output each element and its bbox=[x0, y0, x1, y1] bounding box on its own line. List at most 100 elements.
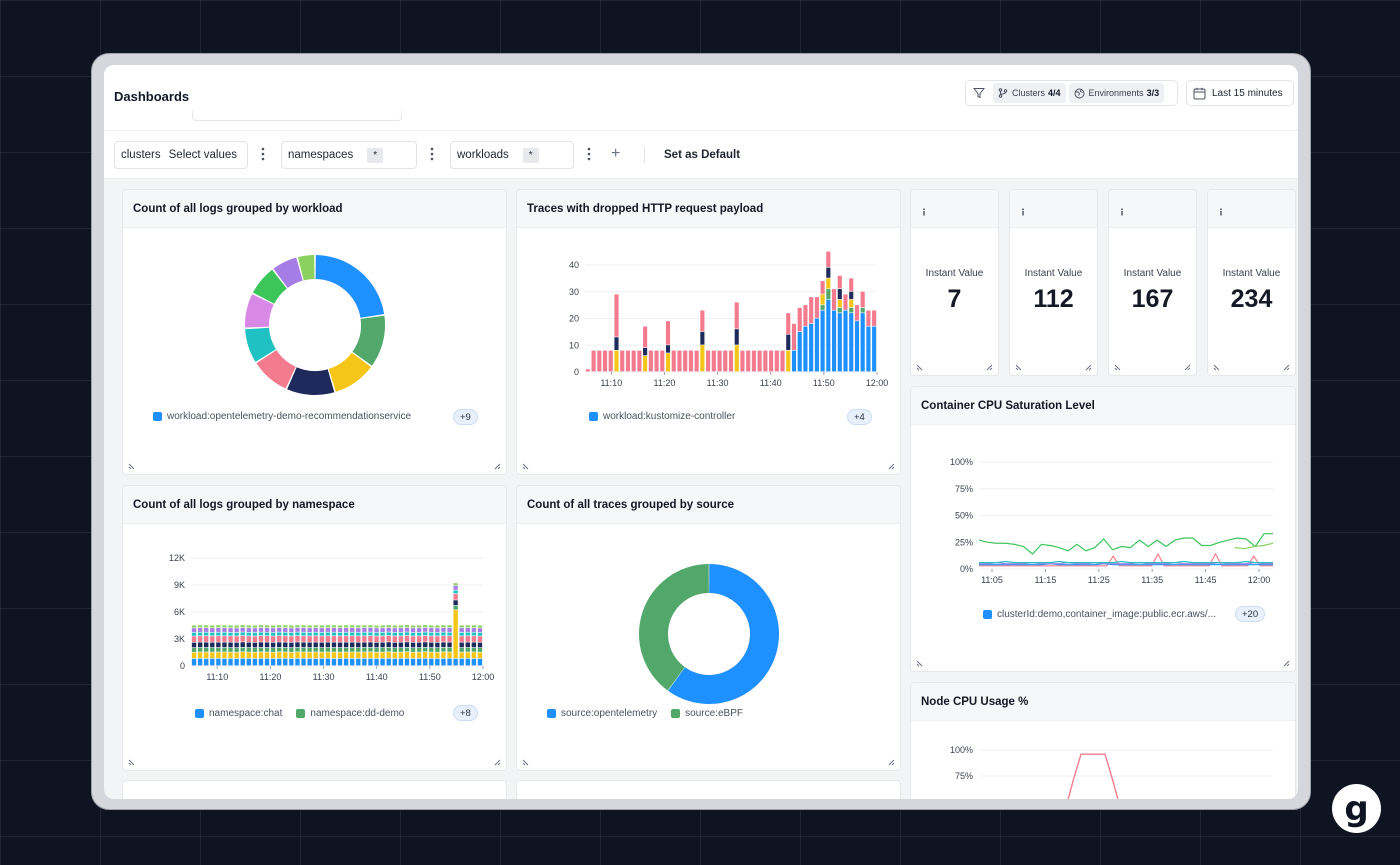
resize-handle-icon[interactable] bbox=[888, 759, 895, 766]
legend-more-badge[interactable]: +8 bbox=[453, 705, 478, 721]
filter-icon[interactable] bbox=[968, 83, 990, 103]
bar-segment bbox=[453, 590, 458, 594]
resize-handle-icon[interactable] bbox=[888, 463, 895, 470]
donut-slice bbox=[639, 564, 709, 691]
resize-handle-icon[interactable] bbox=[128, 463, 135, 470]
workloads-variable[interactable]: workloads * bbox=[450, 141, 574, 169]
resize-handle-icon[interactable] bbox=[1184, 364, 1191, 371]
bar-segment bbox=[814, 318, 819, 372]
stat-panel-1[interactable]: Instant Value 7 bbox=[910, 189, 999, 376]
bar-segment bbox=[295, 632, 300, 636]
node-cpu-line-chart: 100% 75% bbox=[950, 745, 1273, 799]
legend-item[interactable]: namespace:dd-demo bbox=[296, 708, 404, 719]
resize-handle-icon[interactable] bbox=[1085, 364, 1092, 371]
bar-segment bbox=[197, 647, 203, 652]
panel-logs-by-workload[interactable]: Count of all logs grouped by workload wo… bbox=[122, 189, 507, 475]
namespaces-more-icon[interactable] bbox=[427, 147, 437, 161]
stat-panel-4[interactable]: Instant Value 234 bbox=[1207, 189, 1296, 376]
bar-segment bbox=[392, 625, 397, 628]
bar-segment bbox=[295, 658, 300, 666]
resize-handle-icon[interactable] bbox=[128, 759, 135, 766]
clusters-chip[interactable]: Clusters 4/4 bbox=[993, 83, 1066, 103]
bar-segment bbox=[270, 642, 276, 648]
workloads-more-icon[interactable] bbox=[584, 147, 594, 161]
resize-handle-icon[interactable] bbox=[1213, 364, 1220, 371]
bar-segment bbox=[264, 632, 270, 636]
legend-item[interactable]: source:eBPF bbox=[671, 708, 743, 719]
bar-segment bbox=[820, 294, 825, 305]
legend-item[interactable]: namespace:chat bbox=[195, 708, 282, 719]
bar-segment bbox=[477, 625, 483, 628]
resize-handle-icon[interactable] bbox=[522, 463, 529, 470]
bar-segment bbox=[319, 625, 324, 628]
set-default-button[interactable]: Set as Default bbox=[664, 149, 740, 161]
resize-handle-icon[interactable] bbox=[494, 463, 501, 470]
legend-more-badge[interactable]: +20 bbox=[1235, 606, 1266, 622]
bar-segment bbox=[416, 642, 422, 648]
legend-item[interactable]: source:opentelemetry bbox=[547, 708, 657, 719]
bar-segment bbox=[797, 331, 802, 372]
bar-segment bbox=[246, 652, 251, 659]
resize-handle-icon[interactable] bbox=[494, 759, 501, 766]
bar-segment bbox=[471, 628, 477, 632]
resize-handle-icon[interactable] bbox=[1283, 364, 1290, 371]
bar-segment bbox=[258, 625, 264, 628]
info-icon[interactable] bbox=[921, 208, 927, 216]
bar-segment bbox=[331, 625, 337, 628]
panel-logs-by-namespace[interactable]: Count of all logs grouped by namespace 0… bbox=[122, 485, 507, 771]
bar-segment bbox=[404, 642, 410, 648]
bar-segment bbox=[423, 658, 428, 666]
info-icon[interactable] bbox=[1020, 208, 1026, 216]
bar-segment bbox=[331, 642, 337, 648]
clusters-variable[interactable]: clusters Select values bbox=[114, 141, 248, 169]
bar-segment bbox=[234, 658, 239, 666]
environments-chip[interactable]: Environments 3/3 bbox=[1068, 83, 1165, 103]
panel-cpu-saturation[interactable]: Container CPU Saturation Level 0% 25% 50% 7… bbox=[910, 386, 1296, 672]
bar-segment bbox=[313, 628, 318, 632]
resize-handle-icon[interactable] bbox=[1283, 660, 1290, 667]
bar-segment bbox=[234, 632, 239, 636]
panel-dropped-http[interactable]: Traces with dropped HTTP request payload… bbox=[516, 189, 901, 475]
bar-segment bbox=[325, 647, 331, 652]
donut-slice bbox=[315, 255, 385, 318]
legend-more-badge[interactable]: +9 bbox=[453, 409, 478, 425]
resize-handle-icon[interactable] bbox=[916, 660, 923, 667]
stat-panel-3[interactable]: Instant Value 167 bbox=[1108, 189, 1197, 376]
namespaces-variable[interactable]: namespaces * bbox=[281, 141, 417, 169]
stat-panel-2[interactable]: Instant Value 112 bbox=[1009, 189, 1098, 376]
bar-segment bbox=[700, 345, 705, 372]
panel-node-cpu[interactable]: Node CPU Usage % 100% 75% bbox=[910, 682, 1296, 799]
bar-segment bbox=[386, 635, 391, 642]
bar-segment bbox=[228, 625, 233, 628]
bar-segment bbox=[477, 642, 483, 648]
bar-segment bbox=[307, 658, 312, 666]
resize-handle-icon[interactable] bbox=[916, 364, 923, 371]
series-line bbox=[1234, 542, 1274, 550]
resize-handle-icon[interactable] bbox=[1015, 364, 1022, 371]
legend-item[interactable]: workload:kustomize-controller bbox=[589, 411, 735, 422]
bar-segment bbox=[791, 350, 797, 372]
resize-handle-icon[interactable] bbox=[1114, 364, 1121, 371]
y-tick-label: 25% bbox=[955, 537, 973, 547]
legend-more-badge[interactable]: +4 bbox=[847, 409, 872, 425]
bar-segment bbox=[416, 647, 422, 652]
bar-segment bbox=[234, 628, 239, 633]
legend-item[interactable]: workload:opentelemetry-demo-recommendati… bbox=[153, 411, 411, 422]
resize-handle-icon[interactable] bbox=[986, 364, 993, 371]
bar-segment bbox=[240, 658, 245, 666]
bar-segment bbox=[654, 350, 659, 372]
clusters-more-icon[interactable] bbox=[258, 147, 268, 161]
panel-traces-by-source[interactable]: Count of all traces grouped by source so… bbox=[516, 485, 901, 771]
time-range-button[interactable]: Last 15 minutes bbox=[1186, 80, 1294, 106]
legend-item[interactable]: clusterId:demo,container_image:public.ec… bbox=[983, 609, 1216, 620]
resize-handle-icon[interactable] bbox=[522, 759, 529, 766]
bar-segment bbox=[301, 652, 306, 659]
divider bbox=[644, 147, 645, 163]
info-icon[interactable] bbox=[1119, 208, 1125, 216]
bar-segment bbox=[362, 658, 367, 666]
bar-segment bbox=[216, 625, 221, 628]
add-variable-button[interactable]: + bbox=[611, 145, 620, 163]
info-icon[interactable] bbox=[1218, 208, 1224, 216]
bar-segment bbox=[356, 628, 361, 633]
bar-segment bbox=[337, 652, 343, 659]
